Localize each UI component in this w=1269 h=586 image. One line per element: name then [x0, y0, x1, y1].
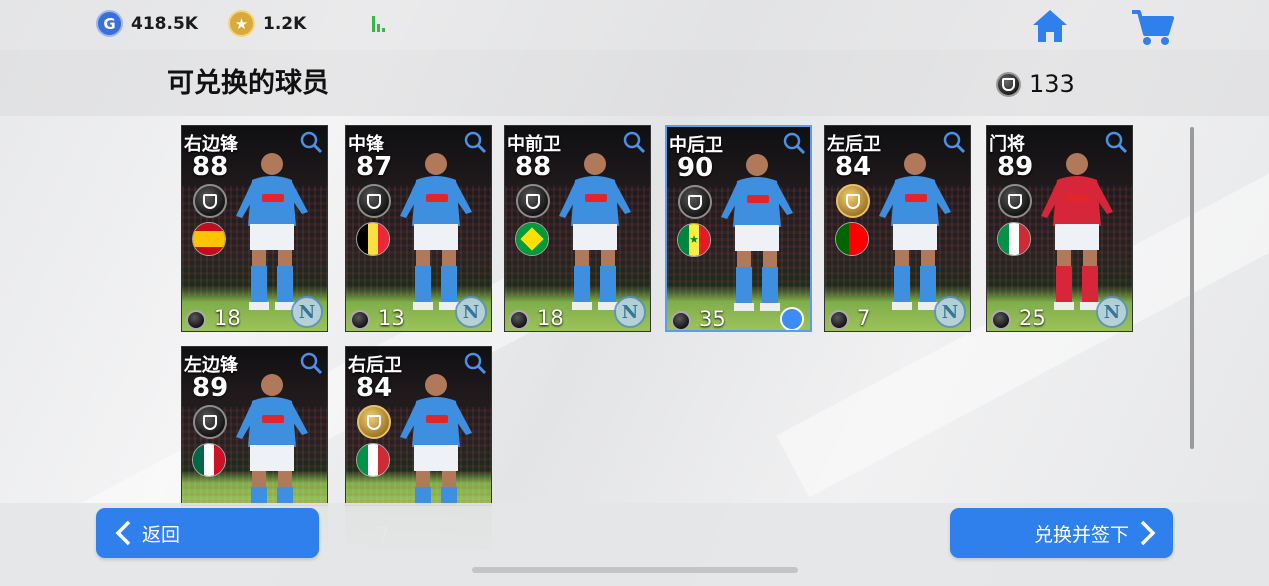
back-button[interactable]: 返回 — [96, 508, 319, 558]
token-icon — [996, 71, 1021, 97]
card-cost: 35 — [699, 307, 726, 331]
coin-balance: ★ 1.2K — [228, 10, 306, 37]
token-icon — [829, 310, 849, 330]
player-image — [224, 367, 316, 505]
nationality-flag-icon — [835, 222, 869, 256]
selected-check-icon — [780, 307, 804, 330]
nationality-flag-icon — [997, 222, 1031, 256]
page-title: 可兑换的球员 — [167, 68, 329, 99]
player-image — [709, 147, 801, 327]
card-rating: 89 — [997, 152, 1034, 182]
home-icon[interactable] — [1031, 8, 1069, 44]
search-icon[interactable] — [942, 130, 966, 154]
nationality-flag-icon — [192, 222, 226, 256]
coin-value: 1.2K — [263, 13, 307, 34]
search-icon[interactable] — [622, 130, 646, 154]
token-icon — [186, 310, 206, 330]
club-crest-icon: N — [1096, 296, 1128, 328]
token-icon — [350, 310, 370, 330]
club-crest-icon: N — [614, 296, 646, 328]
player-card[interactable]: 左后卫 84 7 N — [824, 125, 971, 332]
gp-balance: G 418.5K — [96, 10, 198, 37]
player-card[interactable]: 右边锋 88 18 N — [181, 125, 328, 332]
player-card[interactable]: 左边锋 89 — [181, 346, 328, 506]
token-count: 133 — [1029, 70, 1075, 98]
card-cost: 18 — [214, 306, 241, 330]
star-coin-icon: ★ — [228, 10, 255, 37]
card-tier-badge-icon — [516, 184, 550, 218]
player-card[interactable]: 中前卫 88 18 N — [504, 125, 651, 332]
card-cost: 18 — [537, 306, 564, 330]
chevron-left-icon — [115, 520, 131, 546]
search-icon[interactable] — [463, 351, 487, 375]
search-icon[interactable] — [299, 130, 323, 154]
chevron-right-icon — [1140, 520, 1156, 546]
card-rating: 88 — [515, 152, 552, 182]
card-cost: 13 — [378, 306, 405, 330]
token-icon — [991, 310, 1011, 330]
card-tier-badge-icon — [193, 405, 227, 439]
token-balance: 133 — [996, 70, 1075, 98]
player-card[interactable]: 中锋 87 13 N — [345, 125, 492, 332]
nationality-flag-icon — [515, 222, 549, 256]
card-rating: 84 — [356, 373, 393, 403]
back-button-label: 返回 — [142, 523, 181, 546]
nationality-flag-icon — [356, 443, 390, 477]
card-tier-badge-icon — [678, 185, 712, 219]
cart-icon[interactable] — [1130, 8, 1174, 46]
home-indicator — [472, 567, 798, 573]
search-icon[interactable] — [463, 130, 487, 154]
card-tier-badge-icon — [193, 184, 227, 218]
player-card[interactable]: 中后卫 90 ★ 35 — [665, 125, 812, 332]
search-icon[interactable] — [782, 131, 806, 155]
exchange-sign-button[interactable]: 兑换并签下 — [950, 508, 1173, 558]
search-icon[interactable] — [1104, 130, 1128, 154]
player-card[interactable]: 门将 89 25 N — [986, 125, 1133, 332]
gp-coin-icon: G — [96, 10, 123, 37]
card-cost: 25 — [1019, 306, 1046, 330]
nationality-flag-icon — [356, 222, 390, 256]
card-tier-badge-icon — [357, 405, 391, 439]
club-crest-icon: N — [934, 296, 966, 328]
exchange-sign-button-label: 兑换并签下 — [1033, 523, 1129, 546]
card-rating: 89 — [192, 373, 229, 403]
card-tier-badge-icon — [998, 184, 1032, 218]
player-image — [388, 367, 480, 505]
nationality-flag-icon: ★ — [677, 223, 711, 257]
club-crest-icon: N — [291, 296, 323, 328]
scrollbar[interactable] — [1190, 127, 1194, 449]
card-rating: 87 — [356, 152, 393, 182]
card-rating: 84 — [835, 152, 872, 182]
nationality-flag-icon — [192, 443, 226, 477]
card-rating: 88 — [192, 152, 229, 182]
card-tier-badge-icon — [836, 184, 870, 218]
token-icon — [509, 310, 529, 330]
player-card[interactable]: 右后卫 84 — [345, 346, 492, 506]
token-icon — [671, 311, 691, 330]
signal-icon — [372, 14, 385, 32]
card-rating: 90 — [677, 153, 714, 183]
club-crest-icon: N — [455, 296, 487, 328]
card-cost: 7 — [857, 306, 871, 330]
search-icon[interactable] — [299, 351, 323, 375]
card-tier-badge-icon — [357, 184, 391, 218]
gp-value: 418.5K — [131, 13, 198, 34]
